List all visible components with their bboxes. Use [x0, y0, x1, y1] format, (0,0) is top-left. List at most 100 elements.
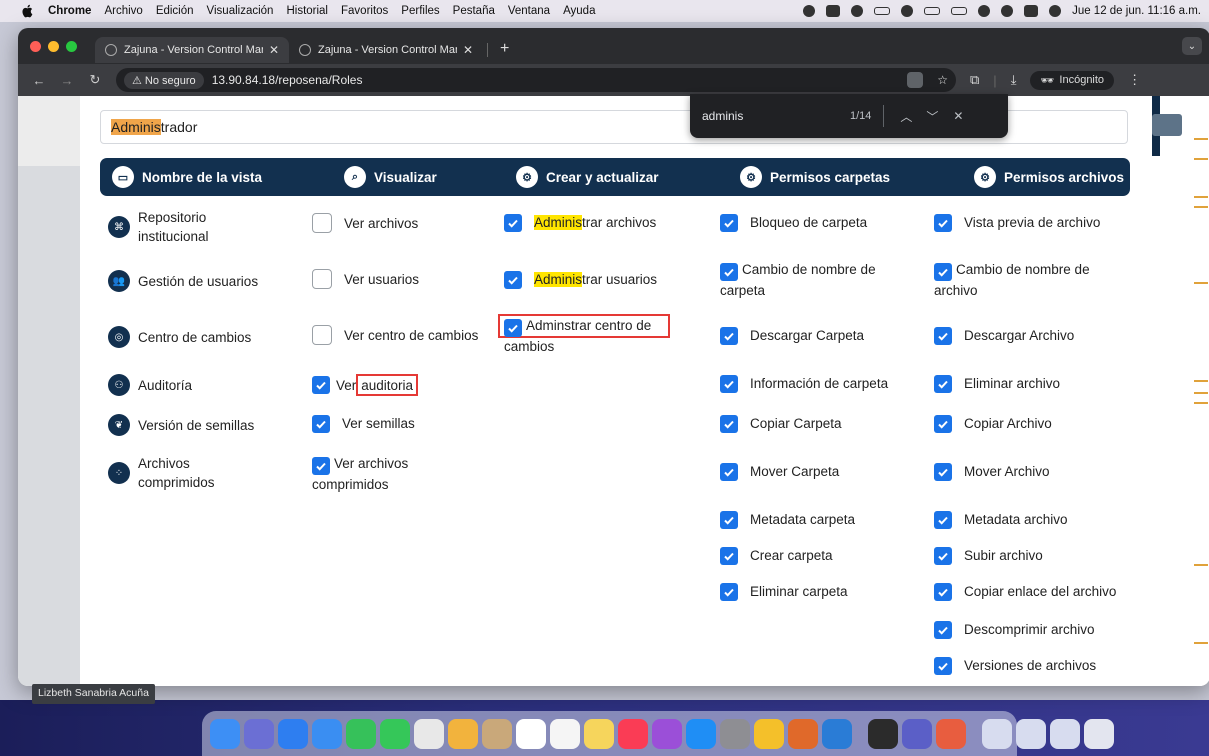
- close-window-button[interactable]: [30, 40, 41, 52]
- launchpad-icon[interactable]: [244, 718, 274, 749]
- close-tab-icon[interactable]: ✕: [463, 43, 473, 57]
- checkbox-checked[interactable]: [934, 546, 952, 565]
- perm-mover-carpeta[interactable]: Mover Carpeta: [720, 462, 839, 481]
- perm-administrar-centro-cambios[interactable]: Adminstrar centro de cambios: [504, 316, 674, 356]
- firefox-icon[interactable]: [788, 718, 818, 749]
- perm-copiar-enlace-archivo[interactable]: Copiar enlace del archivo: [934, 582, 1116, 601]
- perm-ver-usuarios[interactable]: Ver usuarios: [312, 269, 419, 289]
- checkbox-checked[interactable]: [934, 263, 952, 281]
- perm-informacion-carpeta[interactable]: Información de carpeta: [720, 374, 888, 393]
- checkbox-checked[interactable]: [312, 414, 330, 433]
- teams-status-icon[interactable]: [803, 5, 816, 17]
- checkbox-checked[interactable]: [934, 510, 952, 529]
- control-center-icon[interactable]: [1024, 5, 1039, 17]
- perm-ver-auditoria[interactable]: Ver auditoria: [312, 374, 419, 396]
- find-previous-icon[interactable]: ︿: [896, 108, 916, 125]
- checkbox-checked[interactable]: [504, 213, 522, 232]
- menu-ventana[interactable]: Ventana: [508, 5, 550, 17]
- find-in-page-icon[interactable]: [907, 72, 924, 88]
- find-input[interactable]: adminis: [702, 109, 832, 123]
- menubar-clock[interactable]: Jue 12 de jun. 11:16 a.m.: [1072, 5, 1201, 17]
- browser-menu-icon[interactable]: ⋮: [1128, 72, 1141, 88]
- checkbox-checked[interactable]: [720, 414, 738, 433]
- checkbox-checked[interactable]: [720, 546, 738, 565]
- perm-cambio-nombre-archivo[interactable]: Cambio de nombre de archivo: [934, 260, 1124, 300]
- perm-vista-previa-archivo[interactable]: Vista previa de archivo: [934, 213, 1100, 232]
- menu-archivo[interactable]: Archivo: [104, 5, 142, 17]
- podcasts-icon[interactable]: [652, 718, 682, 749]
- postman-icon[interactable]: [936, 718, 966, 749]
- perm-metadata-archivo[interactable]: Metadata archivo: [934, 510, 1068, 529]
- trash-icon[interactable]: [1084, 718, 1114, 749]
- safari-icon[interactable]: [278, 718, 308, 749]
- bluetooth-icon[interactable]: [901, 5, 914, 17]
- terminal-icon[interactable]: [868, 718, 898, 749]
- perm-administrar-usuarios[interactable]: Administrar usuarios: [504, 270, 657, 289]
- menu-perfiles[interactable]: Perfiles: [401, 5, 439, 17]
- checkbox-checked[interactable]: [934, 213, 952, 232]
- minimize-window-button[interactable]: [48, 40, 59, 52]
- perm-descargar-archivo[interactable]: Descargar Archivo: [934, 326, 1074, 345]
- perm-metadata-carpeta[interactable]: Metadata carpeta: [720, 510, 855, 529]
- perm-crear-carpeta[interactable]: Crear carpeta: [720, 546, 833, 565]
- wifi-icon[interactable]: [978, 5, 991, 17]
- reminders-icon[interactable]: [550, 718, 580, 749]
- checkbox-unchecked[interactable]: [312, 213, 332, 233]
- music-icon[interactable]: [618, 718, 648, 749]
- find-next-icon[interactable]: ﹀: [922, 108, 942, 125]
- messages-icon[interactable]: [380, 718, 410, 749]
- perm-eliminar-archivo[interactable]: Eliminar archivo: [934, 374, 1060, 393]
- checkbox-checked[interactable]: [934, 374, 952, 393]
- photos-icon[interactable]: [448, 718, 478, 749]
- find-close-icon[interactable]: ✕: [948, 109, 968, 123]
- app-store-icon[interactable]: [686, 718, 716, 749]
- extension-status-icon[interactable]: [851, 5, 864, 17]
- checkbox-checked[interactable]: [934, 326, 952, 345]
- maps-icon[interactable]: [414, 718, 444, 749]
- security-warning-chip[interactable]: ⚠ No seguro: [124, 71, 204, 89]
- tab-zajuna-second[interactable]: Zajuna - Version Control Man ✕: [289, 37, 483, 63]
- menu-historial[interactable]: Historial: [286, 5, 328, 17]
- menu-app-name[interactable]: Chrome: [48, 5, 91, 17]
- checkbox-unchecked[interactable]: [312, 325, 332, 345]
- perm-ver-archivos[interactable]: Ver archivos: [312, 213, 418, 233]
- download-icon[interactable]: ⤓: [1011, 72, 1017, 88]
- perm-copiar-carpeta[interactable]: Copiar Carpeta: [720, 414, 842, 433]
- checkbox-checked[interactable]: [934, 414, 952, 433]
- close-tab-icon[interactable]: ✕: [269, 43, 279, 57]
- checkbox-checked[interactable]: [720, 213, 738, 232]
- checkbox-checked[interactable]: [934, 462, 952, 481]
- perm-ver-archivos-comprimidos[interactable]: Ver archivos comprimidos: [312, 454, 442, 494]
- chrome-icon[interactable]: [754, 718, 784, 749]
- forward-arrow-icon[interactable]: →: [56, 73, 78, 88]
- perm-versiones-archivos[interactable]: Versiones de archivos: [934, 656, 1096, 675]
- perm-copiar-archivo[interactable]: Copiar Archivo: [934, 414, 1052, 433]
- checkbox-checked[interactable]: [720, 510, 738, 529]
- reload-icon[interactable]: ↻: [84, 72, 106, 88]
- recent-window-icon[interactable]: [1016, 718, 1046, 749]
- tab-search-chevron-icon[interactable]: ⌄: [1182, 37, 1202, 55]
- apple-logo-icon[interactable]: [20, 4, 34, 18]
- perm-administrar-archivos[interactable]: Administrar archivos: [504, 213, 656, 232]
- checkbox-checked[interactable]: [720, 374, 738, 393]
- siri-icon[interactable]: [1049, 5, 1062, 17]
- menu-visualizacion[interactable]: Visualización: [207, 5, 274, 17]
- menu-pestana[interactable]: Pestaña: [453, 5, 495, 17]
- zoom-window-button[interactable]: [66, 40, 77, 52]
- spotlight-icon[interactable]: [1001, 5, 1014, 17]
- recent-window-icon[interactable]: [982, 718, 1012, 749]
- checkbox-unchecked[interactable]: [312, 269, 332, 289]
- facetime-icon[interactable]: [346, 718, 376, 749]
- volume-icon[interactable]: [874, 7, 891, 15]
- checkbox-checked[interactable]: [504, 319, 522, 337]
- incognito-badge[interactable]: 🕶 Incógnito: [1030, 70, 1115, 90]
- perm-bloqueo-carpeta[interactable]: Bloqueo de carpeta: [720, 213, 867, 232]
- url-text[interactable]: 13.90.84.18/reposena/Roles: [212, 73, 363, 87]
- checkbox-checked[interactable]: [720, 263, 738, 281]
- perm-descargar-carpeta[interactable]: Descargar Carpeta: [720, 326, 864, 345]
- extensions-puzzle-icon[interactable]: ⧉: [970, 72, 979, 88]
- finder-icon[interactable]: [210, 718, 240, 749]
- page-right-button[interactable]: [1152, 114, 1182, 136]
- checkbox-checked[interactable]: [312, 457, 330, 475]
- notes-icon[interactable]: [584, 718, 614, 749]
